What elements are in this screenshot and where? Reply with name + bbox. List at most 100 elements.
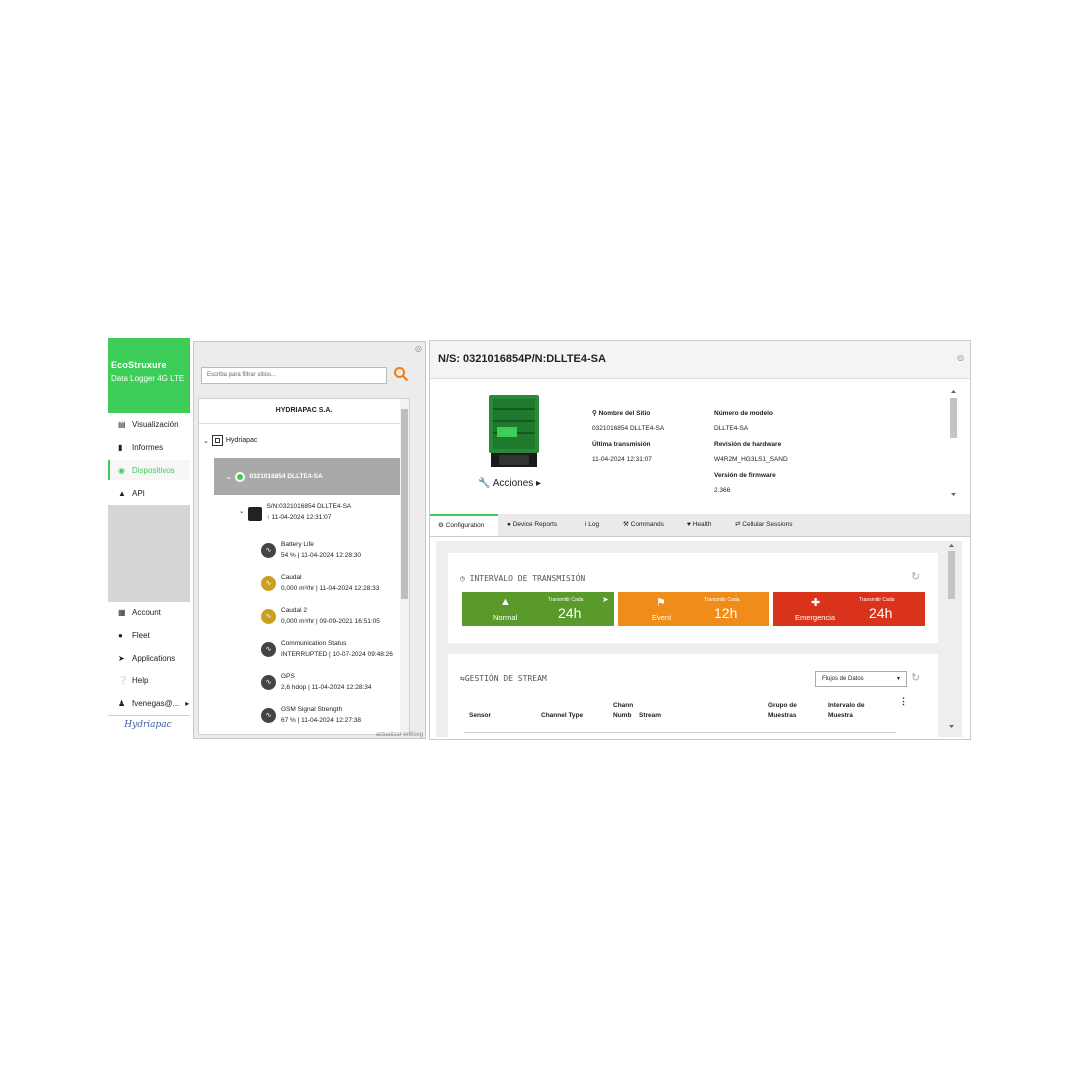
chevron-down-icon[interactable]: ⌄ [203, 437, 209, 445]
send-icon: ➤ [602, 595, 609, 604]
waveform-icon: ∿ [261, 675, 276, 690]
info-scrollbar[interactable] [949, 388, 958, 506]
close-icon[interactable]: ◎ [957, 353, 964, 362]
tab-cellular-sessions[interactable]: ⇄ Cellular Sessions [735, 514, 792, 536]
brand-name: EcoStruxure [111, 360, 167, 370]
info-label: Versión de firmware [714, 472, 776, 479]
nav-item-help[interactable]: ❔ Help [108, 670, 190, 690]
refresh-icon[interactable]: ↻ [911, 671, 920, 684]
close-icon[interactable]: ◎ [415, 344, 422, 353]
nav-item-label: fvenegas@... [132, 698, 180, 708]
nav-item-fleet[interactable]: ● Fleet [108, 625, 190, 645]
nav-divider [108, 715, 190, 716]
nav-item-label: API [132, 488, 145, 498]
column-header: Channel Type [541, 712, 584, 719]
map-pin-icon [235, 471, 246, 482]
device-detail-panel: N/S: 0321016854P/N:DLLTE4-SA ◎ 🔧 Accione… [429, 340, 971, 740]
acciones-button[interactable]: 🔧 Acciones ▸ [478, 478, 541, 489]
tab-log[interactable]: i Log [585, 514, 599, 536]
chevron-down-icon[interactable]: ⌄ [226, 473, 231, 481]
info-value: 0321016854 DLLTE4-SA [592, 425, 665, 432]
sensor-item[interactable]: ∿ Caudal 0,000 m³/hr | 11-04-2024 12:28:3… [261, 572, 379, 594]
help-icon: ❔ [118, 675, 128, 685]
info-value: DLLTE4-SA [714, 425, 749, 432]
more-vertical-icon[interactable]: ⋮ [899, 696, 908, 707]
stream-card: ⇆GESTIÓN DE STREAM Flujos de Datos ▾ ↻ ⋮… [448, 654, 938, 737]
sensor-name: Battery Life [281, 541, 314, 548]
info-label: Revisión de hardware [714, 441, 782, 448]
nav-item-applications[interactable]: ➤ Applications [108, 648, 190, 668]
stream-title: ⇆GESTIÓN DE STREAM [460, 674, 547, 683]
tab-commands[interactable]: ⚒ Commands [623, 514, 664, 536]
org-name: HYDRIAPAC S.A. [199, 399, 409, 424]
tree-site-selected[interactable]: ⌄ 0321016854 DLLTE4-SA [214, 458, 409, 495]
transmission-title: ◷ INTERVALO DE TRANSMISIÓN [460, 574, 586, 583]
tile-event[interactable]: ⚑ Event Transmitir Cada 12h [618, 592, 769, 626]
rocket-icon: ➤ [118, 653, 125, 663]
tree-group[interactable]: ⌄ Hydriapac [203, 435, 257, 446]
ambulance-icon: ✚ [811, 597, 821, 609]
sensor-value: 54 % | 11-04-2024 12:28:30 [281, 552, 361, 559]
sensor-item[interactable]: ∿ Caudal 2 0,000 m³/hr | 09-09-2021 16:51… [261, 605, 380, 627]
tile-name: Emergencia [795, 613, 836, 622]
sensor-item[interactable]: ∿ Battery Life 54 % | 11-04-2024 12:28:30 [261, 539, 361, 561]
brand-product: Data Logger 4G LTE [111, 374, 185, 383]
chevron-right-icon: ▸ [185, 698, 190, 708]
sensor-value: 67 % | 11-04-2024 12:27:38 [281, 717, 361, 724]
tree-device[interactable]: ⌄ S/N:0321016854 DLLTE4-SA ↑ 11-04-2024 … [239, 503, 351, 521]
device-icon [248, 507, 263, 521]
document-icon: ▮ [118, 442, 123, 452]
site-label: 0321016854 DLLTE4-SA [249, 473, 323, 480]
nav-item-informes[interactable]: ▮ Informes [108, 437, 190, 457]
tile-value: 12h [714, 605, 738, 621]
nav-item-visualizacion[interactable]: ▤ Visualización [108, 414, 190, 434]
tile-value: 24h [558, 605, 582, 621]
configuration-content: ◷ INTERVALO DE TRANSMISIÓN ↻ ▲ Normal Tr… [436, 541, 962, 737]
nav-item-dispositivos[interactable]: ◉ Dispositivos [108, 460, 190, 480]
site-filter-input[interactable]: Escriba para filtrar sitios... [201, 367, 387, 384]
nav-item-account[interactable]: ▦ Account [108, 602, 190, 622]
nav-item-api[interactable]: ▲ API [108, 483, 190, 503]
content-scrollbar[interactable] [947, 541, 956, 737]
nav-item-label: Informes [132, 442, 164, 452]
nav-item-label: Applications [132, 653, 176, 663]
tab-device-reports[interactable]: ● Device Reports [507, 514, 557, 536]
info-column-right: Número de modelo DLLTE4-SA Revisión de h… [714, 410, 788, 494]
tile-normal[interactable]: ▲ Normal Transmitir Cada 24h ➤ [462, 592, 614, 626]
sensor-value: INTERRUPTED | 10-07-2024 09:48:26 [281, 651, 393, 658]
transmission-card: ◷ INTERVALO DE TRANSMISIÓN ↻ ▲ Normal Tr… [448, 553, 938, 643]
chevron-down-icon[interactable]: ⌄ [239, 507, 244, 521]
nav-item-label: Dispositivos [132, 465, 175, 475]
nav-item-user[interactable]: ♟ fvenegas@... ▸ [108, 693, 190, 713]
column-header: Grupo de Muestras [768, 702, 797, 719]
tree-scrollbar[interactable] [400, 399, 409, 734]
tile-caption: Transmitir Cada [704, 597, 740, 603]
scroll-thumb[interactable] [401, 409, 408, 599]
device-date: 11-04-2024 12:31:07 [271, 514, 332, 521]
sensor-name: Caudal 2 [281, 607, 308, 614]
column-header: Intervalo de Muestra [828, 702, 865, 719]
nav-item-label: Visualización [132, 419, 179, 429]
detail-tabs: ⚙ Configuration ● Device Reports i Log ⚒… [430, 514, 970, 537]
building-icon [211, 435, 223, 446]
sensor-item[interactable]: ∿ Communication Status INTERRUPTED | 10-0… [261, 638, 393, 660]
table-divider [464, 732, 896, 733]
tile-emergencia[interactable]: ✚ Emergencia Transmitir Cada 24h [773, 592, 925, 626]
refresh-icon[interactable]: ↻ [911, 570, 920, 583]
nav-empty-area [108, 505, 190, 602]
device-title: N/S: 0321016854P/N:DLLTE4-SA [438, 353, 606, 365]
customer-logo: Hydriapac [124, 720, 172, 730]
tab-health[interactable]: ♥ Health [687, 514, 711, 536]
update-countdown: actualizar en6seg [375, 732, 423, 738]
brand-header[interactable]: EcoStruxure Data Logger 4G LTE [108, 338, 190, 413]
info-value: W4R2M_HG3LS1_SAND [714, 456, 788, 463]
tree-list: HYDRIAPAC S.A. ⌄ Hydriapac ⌄ 0321016854 … [198, 398, 410, 735]
left-nav: EcoStruxure Data Logger 4G LTE ▤ Visuali… [107, 338, 190, 740]
tile-caption: Transmitir Cada [859, 597, 895, 603]
tab-configuration[interactable]: ⚙ Configuration [430, 514, 498, 536]
data-streams-select[interactable]: Flujos de Datos ▾ [815, 671, 907, 687]
api-icon: ▲ [118, 488, 126, 498]
sensor-item[interactable]: ∿ GPS 2,6 hdop | 11-04-2024 12:28:34 [261, 671, 371, 693]
sensor-item[interactable]: ∿ GSM Signal Strength 67 % | 11-04-2024 1… [261, 704, 361, 726]
search-icon[interactable] [393, 366, 409, 382]
